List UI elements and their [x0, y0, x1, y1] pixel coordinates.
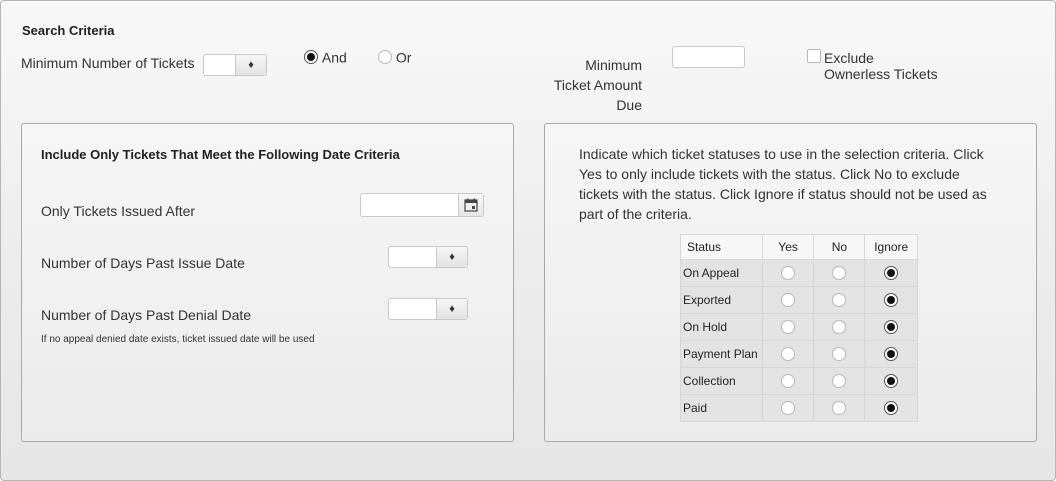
- days-past-issue-label: Number of Days Past Issue Date: [41, 255, 245, 271]
- status-cell-ignore: [864, 367, 918, 395]
- issued-after-label: Only Tickets Issued After: [41, 203, 196, 219]
- status-radio-ignore[interactable]: [884, 401, 899, 416]
- status-cell-yes: [761, 259, 815, 287]
- status-radio-no[interactable]: [832, 266, 847, 281]
- days-past-denial-value[interactable]: [389, 299, 437, 319]
- status-instructions: Indicate which ticket statuses to use in…: [579, 146, 987, 222]
- days-past-issue-spinner[interactable]: ♦: [388, 246, 468, 268]
- status-radio-yes[interactable]: [781, 374, 796, 389]
- status-name: On Hold: [680, 313, 763, 341]
- status-radio-ignore[interactable]: [884, 320, 899, 335]
- min-tickets-spinner[interactable]: ♦: [203, 54, 267, 76]
- status-criteria-panel: Indicate which ticket statuses to use in…: [544, 123, 1037, 442]
- min-amount-label-line2: Ticket Amount: [553, 77, 642, 93]
- status-name: Collection: [680, 367, 763, 395]
- status-name: Payment Plan: [680, 340, 763, 368]
- status-table: Status Yes No Ignore On Appeal Exported On…: [680, 234, 918, 422]
- status-radio-yes[interactable]: [781, 293, 796, 308]
- status-cell-no: [813, 259, 866, 287]
- column-header-status: Status: [680, 234, 763, 260]
- status-radio-yes[interactable]: [781, 401, 796, 416]
- spinner-arrows-icon[interactable]: ♦: [437, 299, 467, 319]
- status-radio-no[interactable]: [832, 293, 847, 308]
- status-cell-ignore: [864, 286, 918, 314]
- column-header-ignore: Ignore: [864, 234, 918, 260]
- date-criteria-panel: Include Only Tickets That Meet the Follo…: [21, 123, 514, 442]
- column-header-yes: Yes: [761, 234, 815, 260]
- status-cell-ignore: [864, 340, 918, 368]
- status-cell-ignore: [864, 259, 918, 287]
- exclude-label-line1: Exclude: [824, 50, 874, 66]
- exclude-ownerless-label: Exclude Ownerless Tickets: [824, 50, 938, 82]
- search-criteria-container: Search Criteria Minimum Number of Ticket…: [0, 0, 1056, 481]
- min-amount-label-line1: Minimum: [585, 57, 642, 73]
- date-panel-title: Include Only Tickets That Meet the Follo…: [41, 147, 400, 162]
- denial-date-note: If no appeal denied date exists, ticket …: [41, 334, 315, 345]
- exclude-label-line2: Ownerless Tickets: [824, 66, 938, 82]
- table-row: Exported: [680, 286, 918, 314]
- exclude-ownerless-checkbox[interactable]: [807, 49, 821, 63]
- min-tickets-label: Minimum Number of Tickets: [21, 55, 195, 71]
- table-row: Collection: [680, 367, 918, 395]
- or-radio[interactable]: [378, 50, 392, 65]
- status-radio-no[interactable]: [832, 401, 847, 416]
- status-cell-no: [813, 313, 866, 341]
- min-amount-label: Minimum Ticket Amount Due: [541, 55, 642, 115]
- min-amount-label-line3: Due: [616, 97, 642, 113]
- spinner-arrows-icon[interactable]: ♦: [236, 55, 266, 75]
- or-label: Or: [395, 49, 412, 66]
- issued-after-value[interactable]: [361, 194, 458, 216]
- calendar-icon[interactable]: [458, 194, 483, 216]
- status-cell-yes: [761, 313, 815, 341]
- table-row: Paid: [680, 394, 918, 422]
- status-cell-yes: [761, 340, 815, 368]
- status-radio-no[interactable]: [832, 320, 847, 335]
- table-row: On Hold: [680, 313, 918, 341]
- status-cell-no: [813, 340, 866, 368]
- table-row: On Appeal: [680, 259, 918, 287]
- status-radio-ignore[interactable]: [884, 266, 899, 281]
- status-cell-yes: [761, 286, 815, 314]
- status-cell-yes: [761, 367, 815, 395]
- status-cell-no: [813, 394, 866, 422]
- issued-after-datepicker[interactable]: [360, 193, 484, 217]
- status-cell-yes: [761, 394, 815, 422]
- days-past-denial-spinner[interactable]: ♦: [388, 298, 468, 320]
- and-option[interactable]: And: [304, 48, 347, 65]
- status-cell-no: [813, 367, 866, 395]
- status-radio-ignore[interactable]: [884, 293, 899, 308]
- status-radio-yes[interactable]: [781, 347, 796, 362]
- days-past-issue-value[interactable]: [389, 247, 437, 267]
- status-radio-no[interactable]: [832, 347, 847, 362]
- status-radio-no[interactable]: [832, 374, 847, 389]
- status-radio-yes[interactable]: [781, 320, 796, 335]
- status-radio-yes[interactable]: [781, 266, 796, 281]
- days-past-denial-label: Number of Days Past Denial Date: [41, 307, 252, 323]
- search-criteria-title: Search Criteria: [22, 23, 115, 38]
- spinner-arrows-icon[interactable]: ♦: [437, 247, 467, 267]
- status-cell-ignore: [864, 394, 918, 422]
- status-name: Exported: [680, 286, 763, 314]
- status-name: Paid: [680, 394, 763, 422]
- status-table-header: Status Yes No Ignore: [680, 234, 918, 260]
- min-tickets-value[interactable]: [204, 55, 236, 75]
- or-option[interactable]: Or: [378, 48, 411, 65]
- status-radio-ignore[interactable]: [884, 374, 899, 389]
- table-row: Payment Plan: [680, 340, 918, 368]
- column-header-no: No: [813, 234, 866, 260]
- status-name: On Appeal: [680, 259, 763, 287]
- min-amount-input[interactable]: [672, 46, 745, 68]
- status-radio-ignore[interactable]: [884, 347, 899, 362]
- status-cell-ignore: [864, 313, 918, 341]
- and-radio[interactable]: [304, 50, 318, 65]
- and-label: And: [321, 49, 347, 66]
- status-cell-no: [813, 286, 866, 314]
